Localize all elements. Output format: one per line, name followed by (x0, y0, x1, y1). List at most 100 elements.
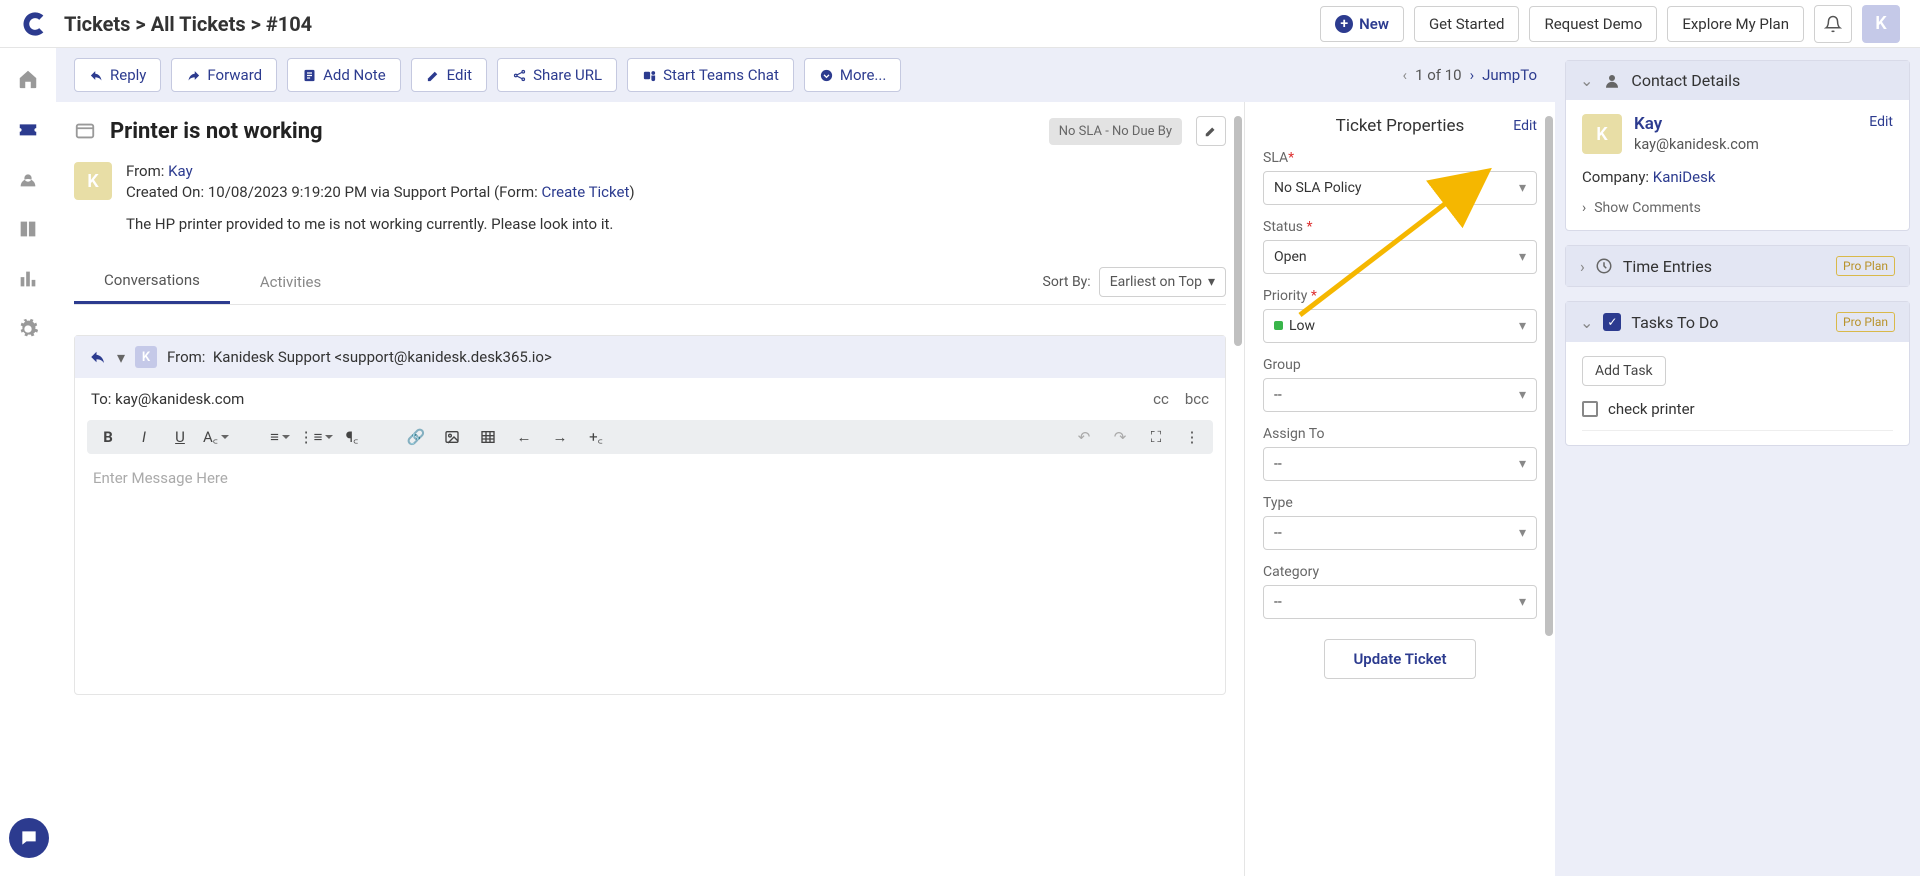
paragraph-button[interactable]: ¶꜀ (341, 426, 363, 448)
tab-activities[interactable]: Activities (230, 261, 351, 303)
forward-icon (186, 68, 201, 83)
pager-prev-icon[interactable]: ‹ (1403, 66, 1408, 84)
insert-button[interactable]: +꜀ (585, 426, 607, 448)
properties-scrollbar[interactable] (1545, 116, 1553, 746)
pager-next-icon[interactable]: › (1470, 66, 1475, 84)
company-line: Company: KaniDesk (1582, 168, 1893, 186)
edit-button[interactable]: Edit (411, 58, 487, 92)
contact-name[interactable]: Kay (1634, 114, 1759, 134)
expand-icon[interactable]: › (1580, 257, 1585, 276)
fullscreen-button[interactable]: ⛶ (1145, 426, 1167, 448)
sort-label: Sort By: (1043, 274, 1091, 290)
ordered-list-button[interactable]: ≡ (269, 426, 291, 448)
cc-link[interactable]: cc (1153, 390, 1169, 408)
caret-down-icon: ▾ (1519, 387, 1526, 403)
user-avatar[interactable]: K (1862, 5, 1900, 43)
reports-icon[interactable] (17, 268, 39, 290)
update-ticket-button[interactable]: Update Ticket (1324, 639, 1475, 679)
person-icon (1603, 72, 1621, 90)
plus-icon: + (1335, 15, 1353, 33)
task-checkbox[interactable] (1582, 401, 1598, 417)
request-demo-button[interactable]: Request Demo (1529, 6, 1657, 42)
content-scrollbar[interactable] (1234, 116, 1242, 796)
message-editor[interactable]: Enter Message Here (75, 454, 1225, 694)
image-button[interactable] (441, 426, 463, 448)
to-value: kay@kanidesk.com (115, 390, 244, 408)
clock-icon (1595, 257, 1613, 275)
properties-heading: Ticket Properties (1336, 116, 1465, 136)
reply-caret-icon[interactable]: ▾ (117, 348, 125, 367)
bcc-link[interactable]: bcc (1185, 390, 1209, 408)
editor-toolbar: B I U A꜀ ≡ ⋮≡ ¶꜀ 🔗 ← (87, 420, 1213, 454)
table-button[interactable] (477, 426, 499, 448)
show-comments-link[interactable]: › Show Comments (1582, 200, 1893, 216)
caret-down-icon: ▾ (1519, 456, 1526, 472)
notifications-button[interactable] (1814, 5, 1852, 43)
sender-avatar: K (135, 346, 157, 368)
ticket-properties-panel: Ticket Properties Edit SLA* No SLA Polic… (1245, 102, 1555, 876)
tab-conversations[interactable]: Conversations (74, 259, 230, 304)
assign-to-select[interactable]: --▾ (1263, 447, 1537, 481)
contact-edit-link[interactable]: Edit (1869, 114, 1893, 154)
caret-down-icon: ▾ (1519, 594, 1526, 610)
add-task-button[interactable]: Add Task (1582, 356, 1666, 386)
more-button[interactable]: More... (804, 58, 901, 92)
collapse-icon[interactable]: ⌄ (1580, 313, 1593, 332)
pencil-icon (426, 68, 441, 83)
underline-button[interactable]: U (169, 426, 191, 448)
collapse-icon[interactable]: ⌄ (1580, 71, 1593, 90)
contact-heading: Contact Details (1631, 71, 1740, 90)
bell-icon (1824, 15, 1842, 33)
new-button-label: New (1359, 15, 1389, 33)
italic-button[interactable]: I (133, 426, 155, 448)
jump-to-link[interactable]: JumpTo (1482, 66, 1537, 84)
topbar: Tickets > All Tickets > #104 + New Get S… (0, 0, 1920, 48)
outdent-button[interactable]: ← (513, 426, 535, 448)
edit-title-button[interactable] (1196, 116, 1226, 146)
requester-link[interactable]: Kay (168, 162, 193, 180)
tickets-icon[interactable] (17, 118, 39, 140)
share-url-button[interactable]: Share URL (497, 58, 617, 92)
teams-icon (642, 68, 657, 83)
start-teams-button[interactable]: Start Teams Chat (627, 58, 794, 92)
group-select[interactable]: --▾ (1263, 378, 1537, 412)
category-select[interactable]: --▾ (1263, 585, 1537, 619)
company-link[interactable]: KaniDesk (1653, 168, 1716, 186)
properties-edit-link[interactable]: Edit (1513, 118, 1537, 134)
task-row: check printer (1582, 400, 1893, 431)
time-entries-card: › Time Entries Pro Plan (1565, 245, 1910, 287)
reply-arrow-icon[interactable] (89, 348, 107, 366)
status-select[interactable]: Open▾ (1263, 240, 1537, 274)
contacts-icon[interactable] (17, 168, 39, 190)
knowledge-icon[interactable] (17, 218, 39, 240)
form-link[interactable]: Create Ticket (541, 183, 629, 201)
add-note-button[interactable]: Add Note (287, 58, 401, 92)
new-button[interactable]: + New (1320, 6, 1404, 42)
ticket-type-icon (74, 120, 96, 142)
unordered-list-button[interactable]: ⋮≡ (305, 426, 327, 448)
contact-avatar: K (1582, 114, 1622, 154)
bold-button[interactable]: B (97, 426, 119, 448)
editor-more-button[interactable]: ⋮ (1181, 426, 1203, 448)
home-icon[interactable] (17, 68, 39, 90)
sort-select[interactable]: Earliest on Top ▾ (1099, 267, 1226, 297)
reply-button[interactable]: Reply (74, 58, 161, 92)
sla-select[interactable]: No SLA Policy▾ (1263, 171, 1537, 205)
pencil-icon (1204, 124, 1218, 138)
link-button[interactable]: 🔗 (405, 426, 427, 448)
type-select[interactable]: --▾ (1263, 516, 1537, 550)
action-bar: Reply Forward Add Note Edit Share URL St… (56, 48, 1555, 102)
explore-plan-button[interactable]: Explore My Plan (1667, 6, 1804, 42)
font-style-button[interactable]: A꜀ (205, 426, 227, 448)
undo-button[interactable]: ↶ (1073, 426, 1095, 448)
get-started-button[interactable]: Get Started (1414, 6, 1520, 42)
redo-button[interactable]: ↷ (1109, 426, 1131, 448)
sla-badge: No SLA - No Due By (1049, 118, 1182, 145)
forward-button[interactable]: Forward (171, 58, 277, 92)
requester-avatar: K (74, 162, 112, 200)
editor-placeholder: Enter Message Here (93, 469, 228, 487)
priority-select[interactable]: Low▾ (1263, 309, 1537, 343)
settings-icon[interactable] (17, 318, 39, 340)
indent-button[interactable]: → (549, 426, 571, 448)
chat-widget-button[interactable] (9, 818, 49, 858)
